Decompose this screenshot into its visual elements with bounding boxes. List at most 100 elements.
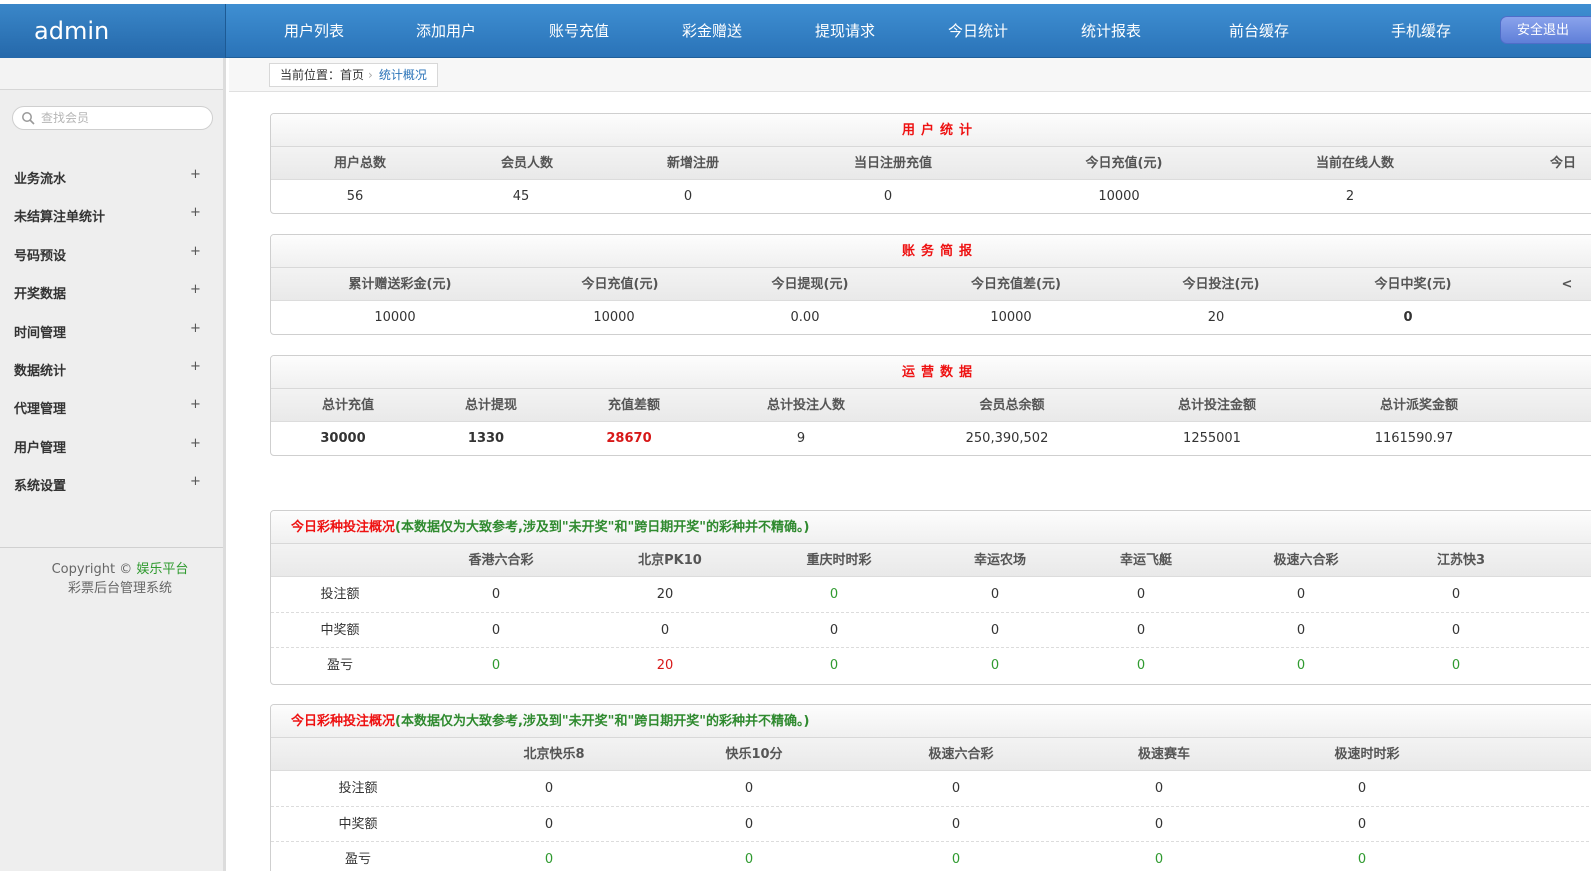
table-row: 10000 10000 0.00 10000 20 0	[271, 301, 1591, 334]
breadcrumb-home[interactable]: 当前位置：首页	[280, 68, 364, 82]
column-header: <	[1561, 277, 1573, 292]
panel-title: 今日彩种投注概况(本数据仅为大致参考,涉及到"未开奖"和"跨日期开奖"的彩种并不…	[271, 511, 1591, 544]
logout-button[interactable]: 安全退出	[1500, 16, 1591, 44]
table-header-row: 累计赠送彩金(元) 今日充值(元) 今日提现(元) 今日充值差(元) 今日投注(…	[271, 268, 1591, 301]
copyright: Copyright © 娱乐平台 彩票后台管理系统	[0, 560, 240, 598]
table-cell: 1255001	[1183, 431, 1241, 446]
sidebar-item-draw-data[interactable]: 开奖数据 +	[0, 272, 223, 310]
nav-withdraw-requests[interactable]: 提现请求	[815, 4, 875, 58]
table-cell: 0	[1403, 310, 1413, 325]
table-cell: 9	[796, 431, 806, 446]
table-cell: 0	[544, 781, 554, 796]
column-header: 当前在线人数	[1315, 156, 1395, 171]
finance-panel: 账务简报 累计赠送彩金(元) 今日充值(元) 今日提现(元) 今日充值差(元) …	[270, 234, 1591, 335]
sidebar: 业务流水 + 未结算注单统计 + 号码预设 + 开奖数据 + 时间管理 + 数据统计 + 代…	[0, 58, 226, 871]
sidebar-item-user-management[interactable]: 用户管理 +	[0, 426, 223, 464]
table-header-row: 用户总数 会员人数 新增注册 当日注册充值 今日充值(元) 当前在线人数 今日	[271, 147, 1591, 180]
table-cell: 10000	[374, 310, 416, 325]
table-cell: 10000	[990, 310, 1032, 325]
table-cell: 20	[656, 587, 674, 602]
expand-icon[interactable]: +	[190, 321, 201, 336]
row-label: 中奖额	[338, 816, 378, 832]
expand-icon[interactable]: +	[190, 474, 201, 489]
expand-icon[interactable]: +	[190, 397, 201, 412]
column-header: 当日注册充值	[853, 156, 933, 171]
sidebar-item-data-stats[interactable]: 数据统计 +	[0, 349, 223, 387]
breadcrumb-current: 统计概况	[378, 68, 427, 82]
sidebar-header	[0, 58, 223, 90]
table-row: 中奖额 0 0 0 0 0	[271, 807, 1591, 842]
nav-add-user[interactable]: 添加用户	[416, 4, 476, 58]
sidebar-item-time-management[interactable]: 时间管理 +	[0, 311, 223, 349]
table-cell: 0.00	[790, 310, 820, 325]
sidebar-item-label: 业务流水	[14, 172, 67, 187]
table-cell: 0	[1154, 781, 1164, 796]
table-cell: 0	[1357, 781, 1367, 796]
member-search-input[interactable]	[41, 109, 206, 127]
table-row: 中奖额 0 0 0 0 0 0 0	[271, 613, 1591, 648]
column-header: 用户总数	[333, 156, 387, 171]
column-header: 今日	[1549, 156, 1577, 171]
table-cell: 0	[491, 587, 501, 602]
expand-icon[interactable]: +	[190, 282, 201, 297]
sidebar-item-agent-management[interactable]: 代理管理 +	[0, 387, 223, 425]
expand-icon[interactable]: +	[190, 359, 201, 374]
breadcrumb: 当前位置：首页 › 统计概况	[269, 63, 438, 87]
table-header-row: 北京快乐8 快乐10分 极速六合彩 极速赛车 极速时时彩	[271, 738, 1591, 771]
panel-note: (本数据仅为大致参考,涉及到"未开奖"和"跨日期开奖"的彩种并不精确。)	[395, 520, 810, 535]
row-label: 盈亏	[344, 852, 372, 867]
table-cell: 0	[1296, 622, 1306, 638]
table-row: 投注额 0 20 0 0 0 0 0	[271, 577, 1591, 613]
sidebar-item-system-settings[interactable]: 系统设置 +	[0, 464, 223, 502]
column-header: 会员人数	[500, 156, 554, 171]
table-cell: 0	[990, 658, 1000, 673]
operations-panel: 运营数据 总计充值 总计提现 充值差额 总计投注人数 会员总余额 总计投注金额 …	[270, 355, 1591, 456]
table-cell: 0	[491, 658, 501, 673]
sidebar-item-business-flow[interactable]: 业务流水 +	[0, 157, 223, 195]
table-cell: 10000	[1098, 189, 1140, 204]
sidebar-item-unsettled-bets[interactable]: 未结算注单统计 +	[0, 195, 223, 233]
column-header: 极速赛车	[1137, 747, 1191, 762]
table-cell: 1161590.97	[1374, 431, 1454, 446]
panel-title-text: 今日彩种投注概况	[291, 714, 396, 729]
breadcrumb-bar: 当前位置：首页 › 统计概况	[229, 58, 1591, 92]
top-bar: admin 用户列表 添加用户 账号充值 彩金赠送 提现请求 今日统计 统计报表…	[0, 4, 1591, 58]
expand-icon[interactable]: +	[190, 205, 201, 220]
nav-user-list[interactable]: 用户列表	[284, 4, 344, 58]
nav-account-recharge[interactable]: 账号充值	[549, 4, 609, 58]
expand-icon[interactable]: +	[190, 167, 201, 182]
lottery-overview-panel-2: 今日彩种投注概况(本数据仅为大致参考,涉及到"未开奖"和"跨日期开奖"的彩种并不…	[270, 704, 1591, 871]
column-header: 快乐10分	[725, 747, 783, 762]
table-cell: 0	[951, 852, 961, 867]
table-cell: 10000	[593, 310, 635, 325]
sidebar-item-number-presets[interactable]: 号码预设 +	[0, 234, 223, 272]
table-cell: 0	[1451, 658, 1461, 673]
table-cell: 0	[1154, 816, 1164, 832]
table-cell: 45	[512, 189, 530, 204]
table-header-row: 香港六合彩 北京PK10 重庆时时彩 幸运农场 幸运飞艇 极速六合彩 江苏快3	[271, 544, 1591, 577]
nav-frontend-cache[interactable]: 前台缓存	[1229, 4, 1289, 58]
nav-mobile-cache[interactable]: 手机缓存	[1391, 4, 1451, 58]
column-header: 幸运农场	[973, 553, 1027, 568]
table-cell: 0	[1451, 587, 1461, 602]
nav-stats-report[interactable]: 统计报表	[1081, 4, 1141, 58]
expand-icon[interactable]: +	[190, 436, 201, 451]
panel-title: 用户统计	[271, 114, 1591, 147]
expand-icon[interactable]: +	[190, 244, 201, 259]
column-header: 北京快乐8	[523, 747, 585, 762]
table-cell: 56	[346, 189, 364, 204]
nav-bonus-gift[interactable]: 彩金赠送	[682, 4, 742, 58]
table-row: 30000 1330 28670 9 250,390,502 1255001 1…	[271, 422, 1591, 455]
panel-title: 今日彩种投注概况(本数据仅为大致参考,涉及到"未开奖"和"跨日期开奖"的彩种并不…	[271, 705, 1591, 738]
nav-today-stats[interactable]: 今日统计	[948, 4, 1008, 58]
table-cell: 0	[544, 852, 554, 867]
row-label: 投注额	[338, 781, 378, 796]
table-cell: 250,390,502	[965, 431, 1049, 446]
table-cell: 0	[990, 587, 1000, 602]
column-header: 江苏快3	[1436, 553, 1486, 568]
panel-title: 账务简报	[271, 235, 1591, 268]
table-cell: 0	[744, 816, 754, 832]
column-header: 极速时时彩	[1334, 747, 1400, 762]
app-logo: admin	[0, 4, 226, 58]
table-row: 盈亏 0 20 0 0 0 0 0	[271, 648, 1591, 684]
